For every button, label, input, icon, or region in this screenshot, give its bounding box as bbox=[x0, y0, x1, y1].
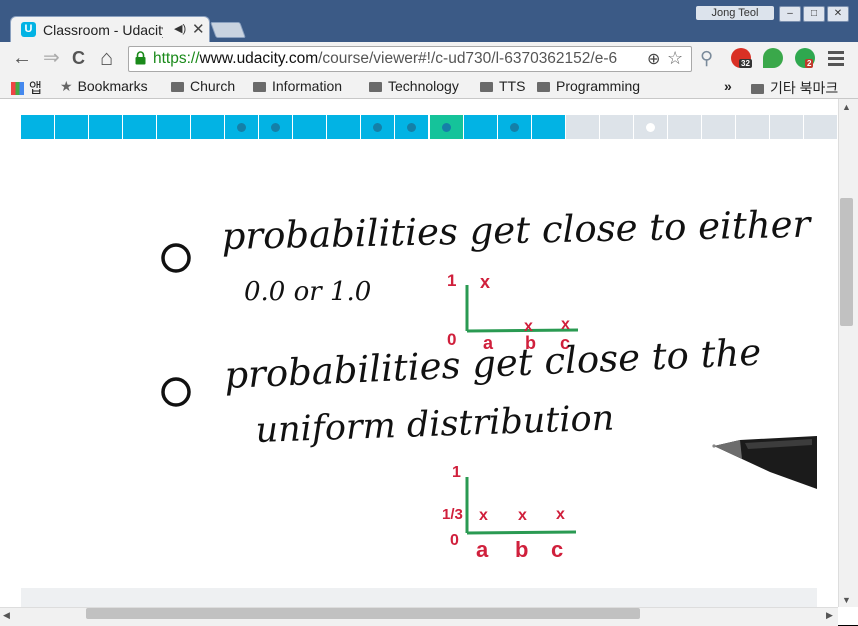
profile-button[interactable]: Jong Teol bbox=[696, 6, 774, 20]
graph1-mark-c: x bbox=[561, 316, 570, 333]
graph2-mark-b: x bbox=[518, 507, 527, 524]
graph2-x-label-c: c bbox=[551, 537, 563, 562]
title-bar: U Classroom - Udacity ◀) ✕ Jong Teol – □… bbox=[0, 0, 858, 43]
pen-icon bbox=[712, 436, 817, 489]
secure-lock-icon bbox=[135, 51, 146, 65]
bookmark-bookmarks[interactable]: ★ Bookmarks bbox=[60, 78, 148, 95]
search-extension-icon[interactable]: ⚲ bbox=[700, 47, 713, 69]
bookmark-tts[interactable]: TTS bbox=[480, 78, 525, 94]
folder-icon bbox=[751, 84, 764, 94]
graph2-mark-a: x bbox=[479, 507, 488, 524]
audio-playing-icon[interactable]: ◀) bbox=[174, 22, 186, 35]
apps-shortcut[interactable]: 앱 bbox=[11, 78, 42, 98]
graph2-x-label-a: a bbox=[476, 537, 489, 562]
folder-icon bbox=[480, 82, 493, 92]
graph1-y-top-label: 1 bbox=[447, 271, 456, 290]
maximize-button[interactable]: □ bbox=[803, 6, 825, 22]
extension-red-icon[interactable]: 32 bbox=[731, 48, 752, 68]
vertical-scroll-thumb[interactable] bbox=[840, 198, 853, 326]
browser-window: U Classroom - Udacity ◀) ✕ Jong Teol – □… bbox=[0, 0, 858, 626]
extension-green-leaf-icon[interactable] bbox=[763, 48, 783, 68]
horizontal-scroll-thumb[interactable] bbox=[86, 608, 640, 619]
tab-title: Classroom - Udacity bbox=[43, 22, 163, 38]
bookmarks-bar: 앱 ★ Bookmarks Church Information Technolo… bbox=[0, 74, 858, 99]
bookmark-programming[interactable]: Programming bbox=[537, 78, 640, 94]
quiz-whiteboard: probabilities get close to either 0.0 or… bbox=[161, 203, 817, 562]
tab-close-icon[interactable]: ✕ bbox=[192, 20, 205, 38]
url-text: https://www.udacity.com/course/viewer#!/… bbox=[153, 50, 618, 67]
address-bar[interactable]: https://www.udacity.com/course/viewer#!/… bbox=[128, 46, 692, 72]
option-1-text-line2: 0.0 or 1.0 bbox=[244, 277, 371, 307]
graph2-y-mid-label: 1/3 bbox=[442, 506, 463, 523]
graph1-mark-a: x bbox=[480, 272, 490, 292]
new-tab-button[interactable] bbox=[210, 22, 246, 38]
folder-icon bbox=[369, 82, 382, 92]
bookmarks-overflow-button[interactable]: » bbox=[724, 78, 732, 94]
zoom-icon[interactable]: ⊕ bbox=[647, 49, 660, 69]
reload-button[interactable]: C bbox=[72, 47, 85, 69]
bookmark-technology[interactable]: Technology bbox=[369, 78, 459, 94]
home-button[interactable]: ⌂ bbox=[100, 47, 113, 69]
video-controls-strip bbox=[21, 588, 817, 607]
forward-button[interactable]: ⇒ bbox=[43, 47, 60, 69]
bookmark-information[interactable]: Information bbox=[253, 78, 342, 94]
other-bookmarks[interactable]: 기타 북마크 bbox=[751, 78, 838, 98]
graph2-x-label-b: b bbox=[515, 537, 528, 562]
tab-classroom[interactable]: U Classroom - Udacity ◀) ✕ bbox=[10, 16, 210, 43]
option-2-text-line2: uniform distribution bbox=[255, 398, 615, 450]
graph2-y-top-label: 1 bbox=[452, 464, 461, 481]
star-icon: ★ bbox=[60, 78, 73, 94]
folder-icon bbox=[171, 82, 184, 92]
bookmark-star-icon[interactable]: ☆ bbox=[667, 48, 683, 69]
extension-green-icon[interactable]: 2 bbox=[795, 48, 815, 68]
graph2-mark-c: x bbox=[556, 506, 565, 523]
chrome-menu-icon[interactable] bbox=[828, 51, 844, 69]
option-1-text-line1: probabilities get close to either bbox=[221, 203, 813, 258]
back-button[interactable]: ← bbox=[12, 47, 32, 69]
vertical-scrollbar[interactable] bbox=[838, 99, 858, 607]
graph-uniform-probabilities: 1 1/3 0 x x x a b c bbox=[442, 464, 577, 562]
scroll-up-icon[interactable]: ▲ bbox=[842, 102, 851, 112]
page-content: probabilities get close to either 0.0 or… bbox=[0, 99, 838, 607]
apps-grid-icon bbox=[11, 82, 24, 95]
option-1-radio[interactable] bbox=[161, 243, 191, 273]
graph2-origin-label: 0 bbox=[450, 532, 459, 549]
folder-icon bbox=[253, 82, 266, 92]
scroll-down-icon[interactable]: ▼ bbox=[842, 595, 851, 605]
close-window-button[interactable]: ✕ bbox=[827, 6, 849, 22]
option-2-radio[interactable] bbox=[161, 377, 191, 407]
browser-toolbar: ← ⇒ C ⌂ https://www.udacity.com/course/v… bbox=[0, 42, 858, 74]
bookmark-church[interactable]: Church bbox=[171, 78, 235, 94]
udacity-favicon-icon: U bbox=[21, 22, 36, 37]
scroll-left-icon[interactable]: ◀ bbox=[3, 610, 10, 621]
folder-icon bbox=[537, 82, 550, 92]
minimize-button[interactable]: – bbox=[779, 6, 801, 22]
scroll-right-icon[interactable]: ▶ bbox=[826, 610, 833, 621]
